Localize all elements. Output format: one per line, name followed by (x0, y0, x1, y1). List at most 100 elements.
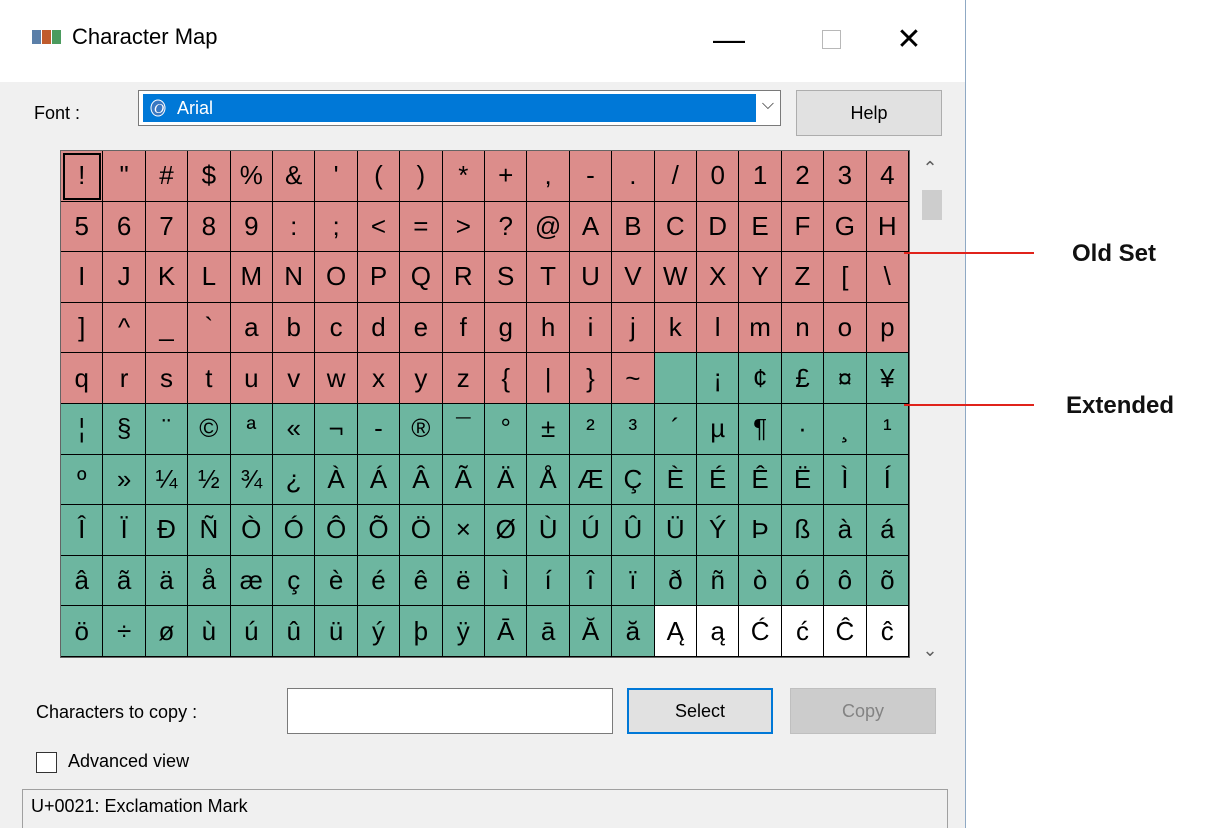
character-cell[interactable]: Ë (781, 454, 825, 506)
character-cell[interactable]: þ (400, 606, 443, 657)
character-cell[interactable]: > (442, 201, 485, 253)
character-cell[interactable]: { (485, 353, 528, 404)
character-cell[interactable]: ¥ (866, 353, 909, 404)
character-cell[interactable]: Ô (315, 505, 358, 556)
character-cell[interactable]: = (400, 201, 443, 253)
character-cell[interactable]: e (400, 302, 443, 354)
copy-button[interactable]: Copy (790, 688, 936, 734)
character-cell[interactable]: ^ (103, 302, 146, 354)
character-cell[interactable]: Ê (739, 454, 782, 506)
character-cell[interactable]: Â (400, 454, 443, 506)
character-cell[interactable]: ă (612, 606, 655, 657)
character-cell[interactable]: Ć (739, 606, 782, 657)
character-cell[interactable]: * (442, 151, 485, 202)
character-cell[interactable]: % (230, 151, 273, 202)
character-cell[interactable]: Ü (654, 505, 697, 556)
character-cell[interactable]: ³ (612, 403, 655, 455)
character-cell[interactable]: û (273, 606, 316, 657)
character-cell[interactable]: õ (866, 555, 909, 607)
character-cell[interactable]: Í (866, 454, 909, 506)
character-cell[interactable]: F (781, 201, 825, 253)
character-cell[interactable]: C (654, 201, 697, 253)
character-cell[interactable]: á (866, 505, 909, 556)
character-cell[interactable]: _ (145, 302, 189, 354)
character-cell[interactable]: å (188, 555, 231, 607)
character-cell[interactable]: ¶ (739, 403, 782, 455)
character-cell[interactable]: Ì (824, 454, 867, 506)
character-cell[interactable]: A (569, 201, 613, 253)
character-cell[interactable]: O (315, 252, 358, 303)
character-cell[interactable]: ć (781, 606, 825, 657)
character-cell[interactable]: Ð (145, 505, 189, 556)
character-cell[interactable]: ø (145, 606, 189, 657)
character-cell[interactable]: À (315, 454, 358, 506)
character-cell[interactable]: Ą (654, 606, 697, 657)
characters-to-copy-input[interactable] (287, 688, 613, 734)
character-cell[interactable]: ¦ (61, 403, 104, 455)
character-cell[interactable]: ù (188, 606, 231, 657)
character-cell[interactable]: 2 (781, 151, 825, 202)
character-cell[interactable]: a (230, 302, 273, 354)
character-cell[interactable]: § (103, 403, 146, 455)
character-cell[interactable]: ò (739, 555, 782, 607)
scroll-up-arrow-icon[interactable]: ⌃ (912, 158, 948, 179)
character-cell[interactable]: b (273, 302, 316, 354)
close-button[interactable]: ✕ (864, 8, 954, 70)
character-cell[interactable]: ? (485, 201, 528, 253)
character-cell[interactable]: " (103, 151, 146, 202)
character-cell[interactable]: 9 (230, 201, 273, 253)
character-cell[interactable]: V (612, 252, 655, 303)
character-cell[interactable]: n (781, 302, 825, 354)
character-cell[interactable]: 5 (61, 201, 104, 253)
scroll-down-arrow-icon[interactable]: ⌄ (912, 640, 948, 661)
character-cell[interactable]: ê (400, 555, 443, 607)
character-cell[interactable]: c (315, 302, 358, 354)
character-cell[interactable]: 8 (188, 201, 231, 253)
character-cell[interactable]: ¨ (145, 403, 189, 455)
character-cell[interactable]: Ø (485, 505, 528, 556)
character-cell[interactable]: ¢ (739, 353, 782, 404)
character-cell[interactable]: 0 (697, 151, 740, 202)
character-cell[interactable]: ¬ (315, 403, 358, 455)
font-select[interactable]: O Arial ⌵ (138, 90, 781, 126)
character-cell[interactable]: ÷ (103, 606, 146, 657)
character-cell[interactable]: y (400, 353, 443, 404)
character-cell[interactable]: T (527, 252, 570, 303)
advanced-view-checkbox[interactable] (36, 752, 57, 773)
character-cell[interactable]: v (273, 353, 316, 404)
character-cell[interactable]: ! (61, 151, 104, 202)
character-cell[interactable]: ] (61, 302, 104, 354)
character-cell[interactable]: Æ (569, 454, 613, 506)
character-cell[interactable]: Å (527, 454, 570, 506)
character-cell[interactable]: m (739, 302, 782, 354)
character-cell[interactable]: Î (61, 505, 104, 556)
character-cell[interactable]: Ý (697, 505, 740, 556)
character-cell[interactable]: É (697, 454, 740, 506)
character-cell[interactable]: ` (188, 302, 231, 354)
character-cell[interactable]: + (485, 151, 528, 202)
character-cell[interactable]: ¹ (866, 403, 909, 455)
character-cell[interactable]: t (188, 353, 231, 404)
character-cell[interactable] (654, 353, 697, 404)
character-cell[interactable]: Ù (527, 505, 570, 556)
character-cell[interactable]: X (697, 252, 740, 303)
character-cell[interactable]: z (442, 353, 485, 404)
character-cell[interactable]: , (527, 151, 570, 202)
character-cell[interactable]: ¤ (824, 353, 867, 404)
character-cell[interactable]: ā (527, 606, 570, 657)
character-cell[interactable]: Û (612, 505, 655, 556)
character-cell[interactable]: r (103, 353, 146, 404)
character-cell[interactable]: ý (357, 606, 401, 657)
character-cell[interactable]: N (273, 252, 316, 303)
character-cell[interactable]: D (697, 201, 740, 253)
character-cell[interactable]: Ă (569, 606, 613, 657)
character-cell[interactable]: p (866, 302, 909, 354)
character-cell[interactable]: E (739, 201, 782, 253)
character-cell[interactable]: Ú (569, 505, 613, 556)
character-cell[interactable]: ĉ (866, 606, 909, 657)
character-cell[interactable]: o (824, 302, 867, 354)
character-cell[interactable]: Ç (612, 454, 655, 506)
character-cell[interactable]: Ā (485, 606, 528, 657)
character-cell[interactable]: [ (824, 252, 867, 303)
character-cell[interactable]: ½ (188, 454, 231, 506)
